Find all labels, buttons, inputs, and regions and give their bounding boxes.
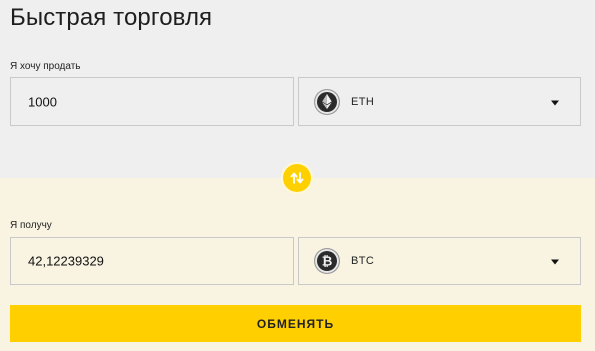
chevron-down-icon <box>551 259 559 265</box>
sell-amount-field[interactable] <box>10 77 294 126</box>
page-title: Быстрая торговля <box>10 4 213 31</box>
swap-arrows-icon <box>290 172 304 184</box>
sell-currency-select[interactable]: ETH <box>298 77 581 126</box>
sell-section: Быстрая торговля Я хочу продать ETH <box>0 0 595 178</box>
sell-currency-label: ETH <box>351 95 375 108</box>
receive-amount-field[interactable] <box>10 237 294 285</box>
exchange-button[interactable]: ОБМЕНЯТЬ <box>10 305 581 342</box>
receive-currency-select[interactable]: ₿ BTC <box>298 237 581 285</box>
receive-amount-input[interactable] <box>28 253 278 269</box>
sell-amount-input[interactable] <box>28 94 278 109</box>
sell-label: Я хочу продать <box>10 61 81 72</box>
chevron-down-icon <box>551 100 559 105</box>
ethereum-icon <box>315 89 339 114</box>
bitcoin-icon: ₿ <box>315 249 339 273</box>
swap-button[interactable] <box>283 164 311 192</box>
receive-label: Я получу <box>10 220 52 231</box>
receive-currency-label: BTC <box>351 255 375 267</box>
svg-text:₿: ₿ <box>322 254 333 268</box>
